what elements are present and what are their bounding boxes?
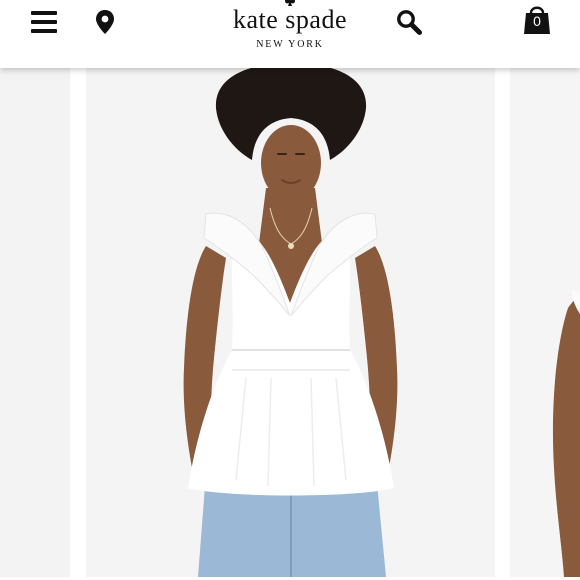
previous-product-image[interactable] bbox=[0, 68, 70, 577]
brand-city: NEW YORK bbox=[256, 39, 324, 50]
product-image-carousel[interactable] bbox=[0, 68, 580, 580]
model-photo bbox=[183, 68, 398, 577]
shopping-bag-icon[interactable]: 0 bbox=[522, 3, 552, 35]
map-pin-icon[interactable] bbox=[95, 9, 115, 35]
brand-name: kate spade bbox=[232, 5, 347, 34]
next-model-photo bbox=[552, 290, 580, 577]
search-icon[interactable] bbox=[396, 9, 422, 35]
hamburger-menu-icon[interactable] bbox=[31, 11, 57, 33]
bag-count: 0 bbox=[533, 13, 541, 29]
main-product-image[interactable] bbox=[86, 68, 495, 577]
site-header: kate spade NEW YORK 0 bbox=[0, 0, 580, 68]
brand-logo[interactable]: kate spade NEW YORK bbox=[214, 0, 366, 60]
next-product-image[interactable] bbox=[510, 68, 580, 577]
